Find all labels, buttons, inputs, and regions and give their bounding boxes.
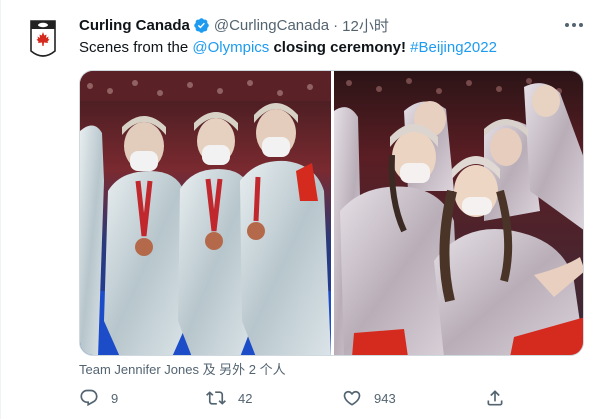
tweet-timestamp[interactable]: 12小时 [342,15,389,36]
like-button[interactable]: 943 [342,386,396,410]
retweet-icon [206,391,226,405]
reply-icon [80,389,98,407]
retweet-count: 42 [238,390,253,406]
heart-icon [343,390,361,406]
author-name[interactable]: Curling Canada [79,17,190,34]
hashtag-link[interactable]: #Beijing2022 [410,39,497,56]
tweet-text-part1: Scenes from the [79,39,193,56]
reply-count: 9 [111,390,119,406]
tweet-media [79,70,584,356]
tweet-card[interactable]: Curling Canada @CurlingCanada · 12小时 Sce… [0,0,601,419]
header-separator: · [333,16,339,34]
mention-link[interactable]: @Olympics [192,39,269,56]
tweet-text: Scenes from the @Olympics closing ceremo… [79,38,497,58]
retweet-button[interactable]: 42 [206,386,252,410]
photo-athletes-selfie[interactable] [334,71,583,355]
share-button[interactable] [485,386,505,410]
tweet-actions: 9 42 943 [79,386,584,410]
author-handle[interactable]: @CurlingCanada [214,17,329,34]
tweet-text-part2: closing ceremony! [269,39,411,56]
verified-badge-icon [193,17,210,34]
tagged-people-link[interactable]: Team Jennifer Jones 及 另外 2 个人 [79,359,286,378]
share-icon [487,390,503,406]
curling-canada-logo-icon[interactable] [29,17,57,61]
reply-button[interactable]: 9 [79,386,118,410]
like-count: 943 [374,390,396,406]
tweet-header: Curling Canada @CurlingCanada · 12小时 [79,14,389,36]
more-options-icon[interactable] [565,17,583,33]
photo-athletes-with-medals[interactable] [80,71,331,355]
